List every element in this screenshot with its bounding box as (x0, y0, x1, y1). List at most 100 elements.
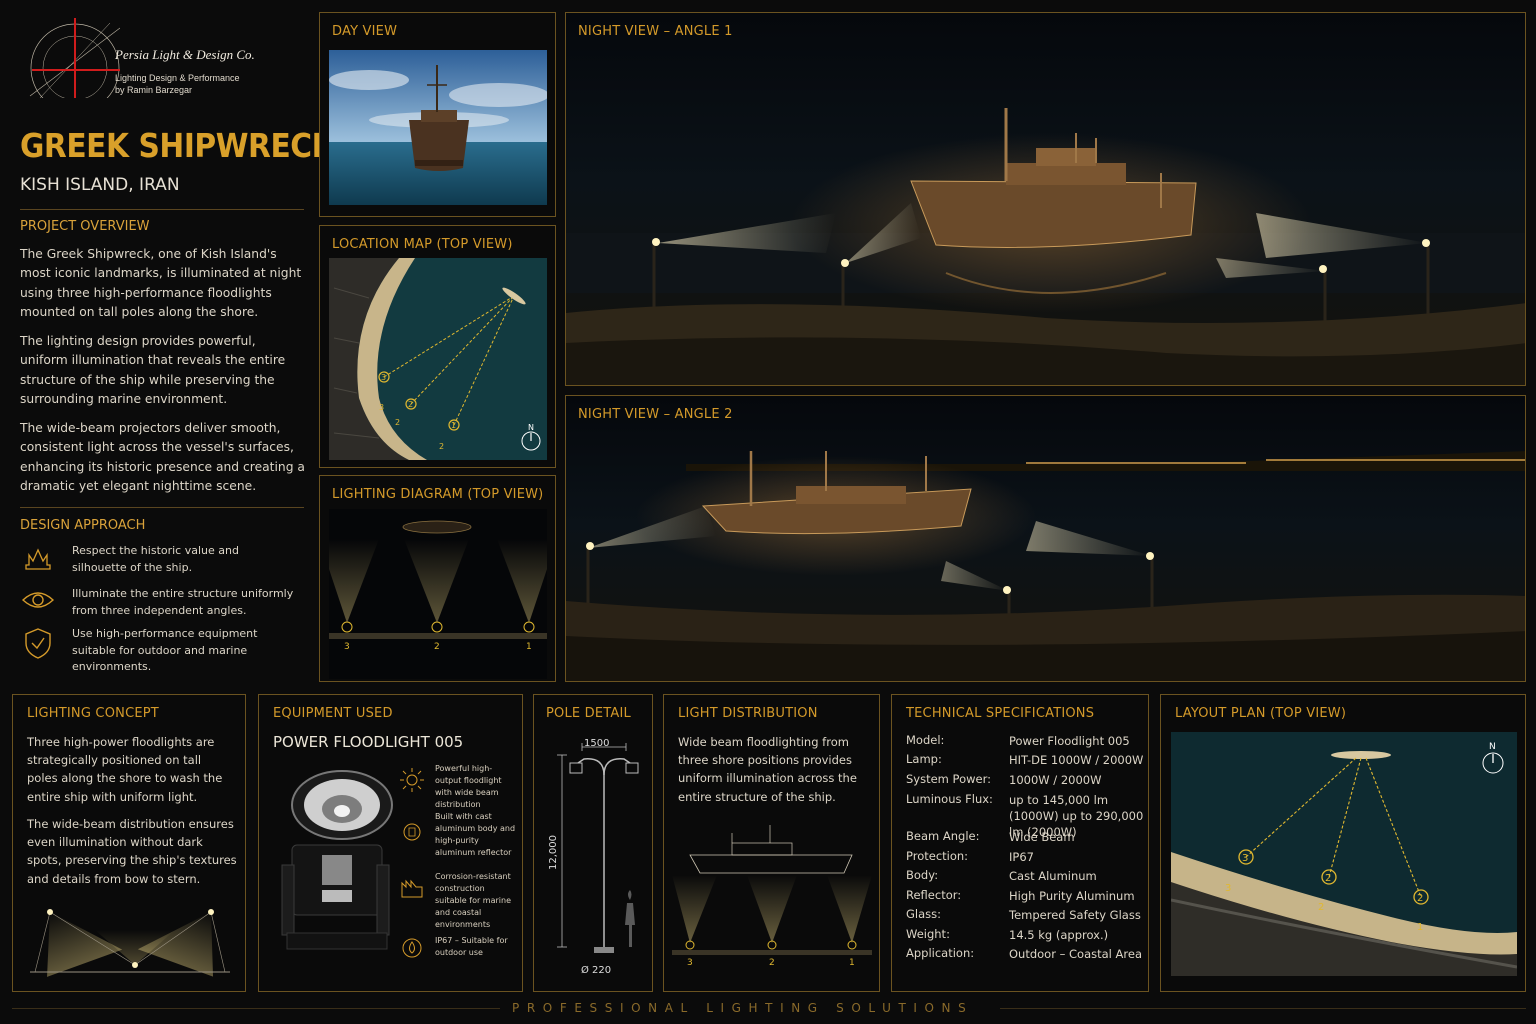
spec-label: Application: (906, 946, 975, 960)
lighting-diagram: 3 2 1 (329, 509, 547, 679)
spec-value: Wide Beam (1009, 830, 1075, 844)
lighting-diagram-panel: LIGHTING DIAGRAM (TOP VIEW) 3 2 1 (319, 475, 556, 682)
panel-title: DAY VIEW (332, 24, 398, 39)
approach-heading: DESIGN APPROACH (20, 518, 146, 533)
pole-label-3: 3 (344, 642, 350, 652)
spec-label: System Power: (906, 772, 991, 786)
spec-label: Luminous Flux: (906, 792, 993, 806)
feature-text: Powerful high-output floodlight with wid… (435, 764, 502, 809)
floodlight-image (281, 770, 393, 950)
night-view-2-panel: NIGHT VIEW – ANGLE 2 (565, 395, 1526, 682)
layout-plan-map: 3 2 2 3 2 1 N (1171, 732, 1517, 976)
pole-detail-panel: POLE DETAIL 1500 12,000 Ø 220 (533, 694, 653, 992)
pole-base-label: Ø 220 (581, 965, 612, 976)
approach-text: Use high-performance equipment suitable … (72, 627, 258, 673)
footer-tagline: PROFESSIONAL LIGHTING SOLUTIONS (512, 1001, 974, 1015)
logo-compass-icon (29, 18, 120, 98)
panel-title: LIGHTING CONCEPT (27, 706, 159, 721)
marker-2: 2 (1417, 893, 1423, 904)
panel-title: LIGHTING DIAGRAM (TOP VIEW) (332, 487, 544, 502)
panel-title: LAYOUT PLAN (TOP VIEW) (1175, 706, 1347, 721)
footer-divider-right (1000, 1008, 1526, 1009)
spec-value: 14.5 kg (approx.) (1009, 928, 1109, 942)
pole-label-2: 2 (395, 418, 400, 427)
night-view-1-panel: NIGHT VIEW – ANGLE 1 (565, 12, 1526, 386)
logo-tagline-1: Lighting Design & Performance (115, 73, 240, 83)
spec-label: Model: (906, 733, 945, 747)
night-photo-2 (566, 396, 1525, 681)
marker-2: 2 (1325, 873, 1331, 884)
marker-3: 3 (1242, 853, 1248, 864)
page-subtitle: KISH ISLAND, IRAN (20, 175, 180, 195)
overview-heading: PROJECT OVERVIEW (20, 219, 150, 234)
approach-item: Use high-performance equipment suitable … (20, 626, 310, 676)
panel-title: POLE DETAIL (546, 706, 631, 721)
pole-label-1: 1 (526, 642, 532, 652)
logo-tagline-2: by Ramin Barzegar (115, 85, 193, 95)
approach-text: Illuminate the entire structure uniforml… (72, 587, 294, 617)
divider (20, 209, 304, 210)
panel-title: NIGHT VIEW – ANGLE 1 (578, 24, 733, 39)
page-title: GREEK SHIPWRECK (20, 126, 335, 165)
location-map: 3 2 1 3 2 2 N (329, 258, 547, 460)
marker-2: 2 (408, 400, 413, 409)
divider (20, 507, 304, 508)
overview-paragraph-1: The Greek Shipwreck, one of Kish Island'… (20, 247, 302, 319)
spec-value: HIT-DE 1000W / 2000W (1009, 753, 1144, 767)
droplet-icon (402, 938, 422, 958)
pole-label-2: 2 (769, 958, 775, 968)
spec-label: Protection: (906, 849, 969, 863)
footer-divider-left (12, 1008, 500, 1009)
concept-paragraph-2: The wide-beam distribution ensures even … (27, 817, 237, 886)
spec-value: Power Floodlight 005 (1009, 734, 1130, 748)
company-name: Persia Light & Design Co. (115, 47, 255, 62)
spec-label: Beam Angle: (906, 829, 980, 843)
spec-label: Body: (906, 868, 939, 882)
spec-label: Glass: (906, 907, 942, 921)
spec-label: Reflector: (906, 888, 962, 902)
spec-value: High Purity Aluminum (1009, 889, 1135, 903)
location-map-panel: LOCATION MAP (TOP VIEW) 3 2 1 3 2 2 N (319, 225, 556, 468)
distribution-diagram: 3 2 1 (672, 825, 872, 968)
spec-value: Outdoor – Coastal Area (1009, 947, 1142, 961)
feature-text: Corrosion-resistant construction suitabl… (435, 872, 512, 929)
panel-title: LIGHT DISTRIBUTION (678, 706, 818, 721)
spec-label: Lamp: (906, 752, 942, 766)
factory-icon (401, 879, 423, 898)
feature-text: Built with cast aluminum body and high-p… (435, 812, 516, 857)
marker-3: 3 (381, 373, 386, 382)
distribution-text: Wide beam floodlighting from three shore… (678, 735, 857, 804)
lighting-concept-panel: LIGHTING CONCEPT Three high-power floodl… (12, 694, 246, 992)
pole-label-1: 1 (1417, 922, 1423, 933)
overview-paragraph-3: The wide-beam projectors deliver smooth,… (20, 421, 305, 493)
approach-item: Respect the historic value and silhouett… (20, 543, 310, 579)
panel-title: TECHNICAL SPECIFICATIONS (906, 706, 1095, 721)
pole-label-2: 2 (1318, 902, 1324, 913)
concept-paragraph-1: Three high-power floodlights are strateg… (27, 735, 223, 804)
day-view-panel: DAY VIEW (319, 12, 556, 217)
pole-label-2: 2 (434, 642, 440, 652)
sun-icon (400, 768, 424, 792)
spec-value: IP67 (1009, 850, 1034, 864)
spec-label: Weight: (906, 927, 950, 941)
pole-label-2: 2 (439, 442, 444, 451)
panel-title: NIGHT VIEW – ANGLE 2 (578, 407, 733, 422)
equipment-model: POWER FLOODLIGHT 005 (273, 733, 464, 751)
day-photo (329, 50, 547, 205)
spec-value: Tempered Safety Glass (1009, 908, 1141, 922)
feature-text: IP67 – Suitable for outdoor use (435, 936, 508, 957)
eye-icon (21, 592, 55, 608)
panel-title: EQUIPMENT USED (273, 706, 393, 721)
logo: Persia Light & Design Co. Lighting Desig… (20, 18, 290, 98)
technical-specs-panel: TECHNICAL SPECIFICATIONS Model: Power Flo… (891, 694, 1149, 992)
panel-title: LOCATION MAP (TOP VIEW) (332, 237, 513, 252)
crown-icon (25, 548, 51, 570)
spec-value: 1000W / 2000W (1009, 773, 1102, 787)
approach-item: Illuminate the entire structure uniforml… (20, 586, 310, 622)
pole-label-3: 3 (1225, 883, 1231, 894)
north-label: N (1489, 742, 1496, 752)
night-photo-1 (566, 13, 1525, 385)
north-label: N (528, 423, 534, 432)
shield-icon (403, 823, 421, 841)
marker-1: 1 (451, 421, 456, 430)
